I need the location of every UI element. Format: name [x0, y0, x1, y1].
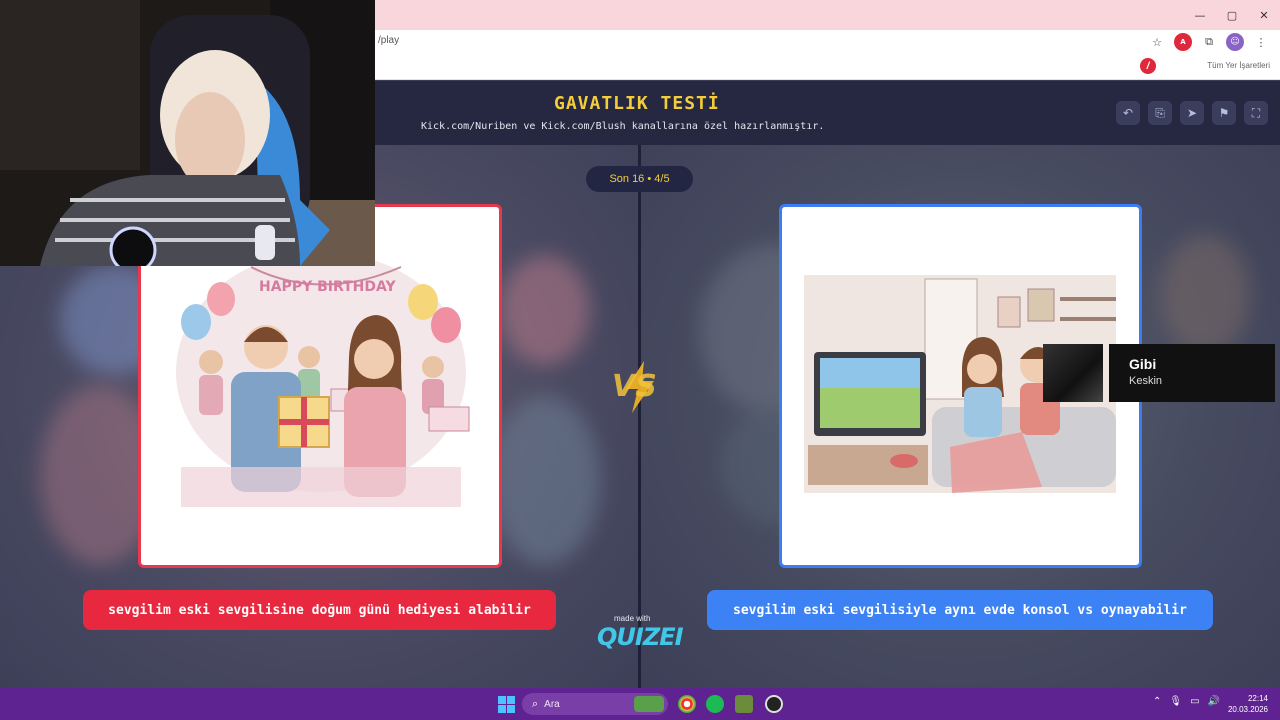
- system-tray: ⌃ 🎙 ▭ 🔊: [1153, 696, 1220, 707]
- microphone-icon[interactable]: 🎙: [1169, 696, 1182, 707]
- search-highlight-image: [634, 696, 664, 712]
- window-controls: — ▢ ✕: [1184, 0, 1280, 30]
- backdrop-shelf: [1160, 235, 1250, 355]
- album-art: [1043, 344, 1103, 402]
- close-icon[interactable]: ✕: [1248, 0, 1280, 30]
- versus-emblem: VS: [608, 359, 672, 415]
- clock-time: 22:14: [1247, 694, 1268, 703]
- made-with-label: made with: [614, 614, 651, 623]
- backdrop-balloon: [500, 255, 590, 365]
- minimize-icon[interactable]: —: [1184, 0, 1216, 30]
- bookmark-star-icon[interactable]: ☆: [1148, 33, 1166, 51]
- address-bar-icons: ☆ A ⧉ ☺ ⋮: [1148, 33, 1270, 51]
- menu-kebab-icon[interactable]: ⋮: [1252, 33, 1270, 51]
- obs-icon[interactable]: [765, 695, 783, 713]
- all-bookmarks-link[interactable]: Tüm Yer İşaretleri: [1207, 61, 1270, 70]
- undo-icon[interactable]: ↶: [1116, 101, 1140, 125]
- page-subtitle: Kick.com/Nuriben ve Kick.com/Blush kanal…: [421, 121, 825, 132]
- song-title: Gibi: [1129, 356, 1157, 372]
- answer-button-left[interactable]: sevgilim eski sevgilisine doğum günü hed…: [83, 590, 556, 630]
- quizei-logo[interactable]: QUIZEI: [597, 623, 684, 651]
- send-icon[interactable]: ➤: [1180, 101, 1204, 125]
- taskbar-clock[interactable]: 22:14 20.03.2026: [1228, 693, 1268, 715]
- round-badge: Son 16 • 4/5: [586, 166, 693, 192]
- extension-adblock-icon[interactable]: A: [1174, 33, 1192, 51]
- center-divider: [638, 145, 641, 688]
- taskbar-search[interactable]: ⌕ Ara: [522, 693, 668, 715]
- vs-label: VS: [612, 369, 657, 404]
- network-icon[interactable]: ▭: [1190, 696, 1199, 707]
- profile-avatar-icon[interactable]: ☺: [1226, 33, 1244, 51]
- flag-icon[interactable]: ⚑: [1212, 101, 1236, 125]
- extensions-puzzle-icon[interactable]: ⧉: [1200, 33, 1218, 51]
- backdrop-figure: [490, 395, 600, 565]
- search-icon: ⌕: [532, 697, 539, 710]
- webcam-overlay: [0, 0, 375, 266]
- streamer-video: [0, 0, 375, 266]
- happy-birthday-banner: HAPPY BIRTHDAY: [259, 279, 396, 295]
- app-icon[interactable]: [735, 695, 753, 713]
- search-placeholder: Ara: [544, 698, 560, 710]
- now-playing-info: Gibi Keskin: [1109, 344, 1275, 402]
- taskbar: ⌕ Ara ⌃ 🎙 ▭ 🔊 22:14 20.03.2026: [0, 688, 1280, 720]
- clock-date: 20.03.2026: [1227, 705, 1268, 714]
- fullscreen-icon[interactable]: ⛶: [1244, 101, 1268, 125]
- spotify-icon[interactable]: [706, 695, 724, 713]
- volume-icon[interactable]: 🔊: [1208, 696, 1220, 707]
- maximize-icon[interactable]: ▢: [1216, 0, 1248, 30]
- share-icon[interactable]: ⎘: [1148, 101, 1172, 125]
- url-text[interactable]: /play: [378, 35, 399, 46]
- windows-start-icon[interactable]: [498, 696, 515, 713]
- bookmark-site-icon[interactable]: /: [1140, 58, 1156, 74]
- header-actions: ↶ ⎘ ➤ ⚑ ⛶: [1116, 101, 1268, 125]
- song-artist: Keskin: [1129, 375, 1163, 387]
- quiz-header: GAVATLIK TESTİ Kick.com/Nuriben ve Kick.…: [375, 81, 1280, 145]
- answer-button-right[interactable]: sevgilim eski sevgilisiyle aynı evde kon…: [707, 590, 1213, 630]
- chrome-icon[interactable]: [678, 695, 696, 713]
- now-playing-popup: Gibi Keskin: [1043, 344, 1275, 402]
- page-title: GAVATLIK TESTİ: [554, 93, 720, 114]
- tray-overflow-icon[interactable]: ⌃: [1153, 696, 1161, 707]
